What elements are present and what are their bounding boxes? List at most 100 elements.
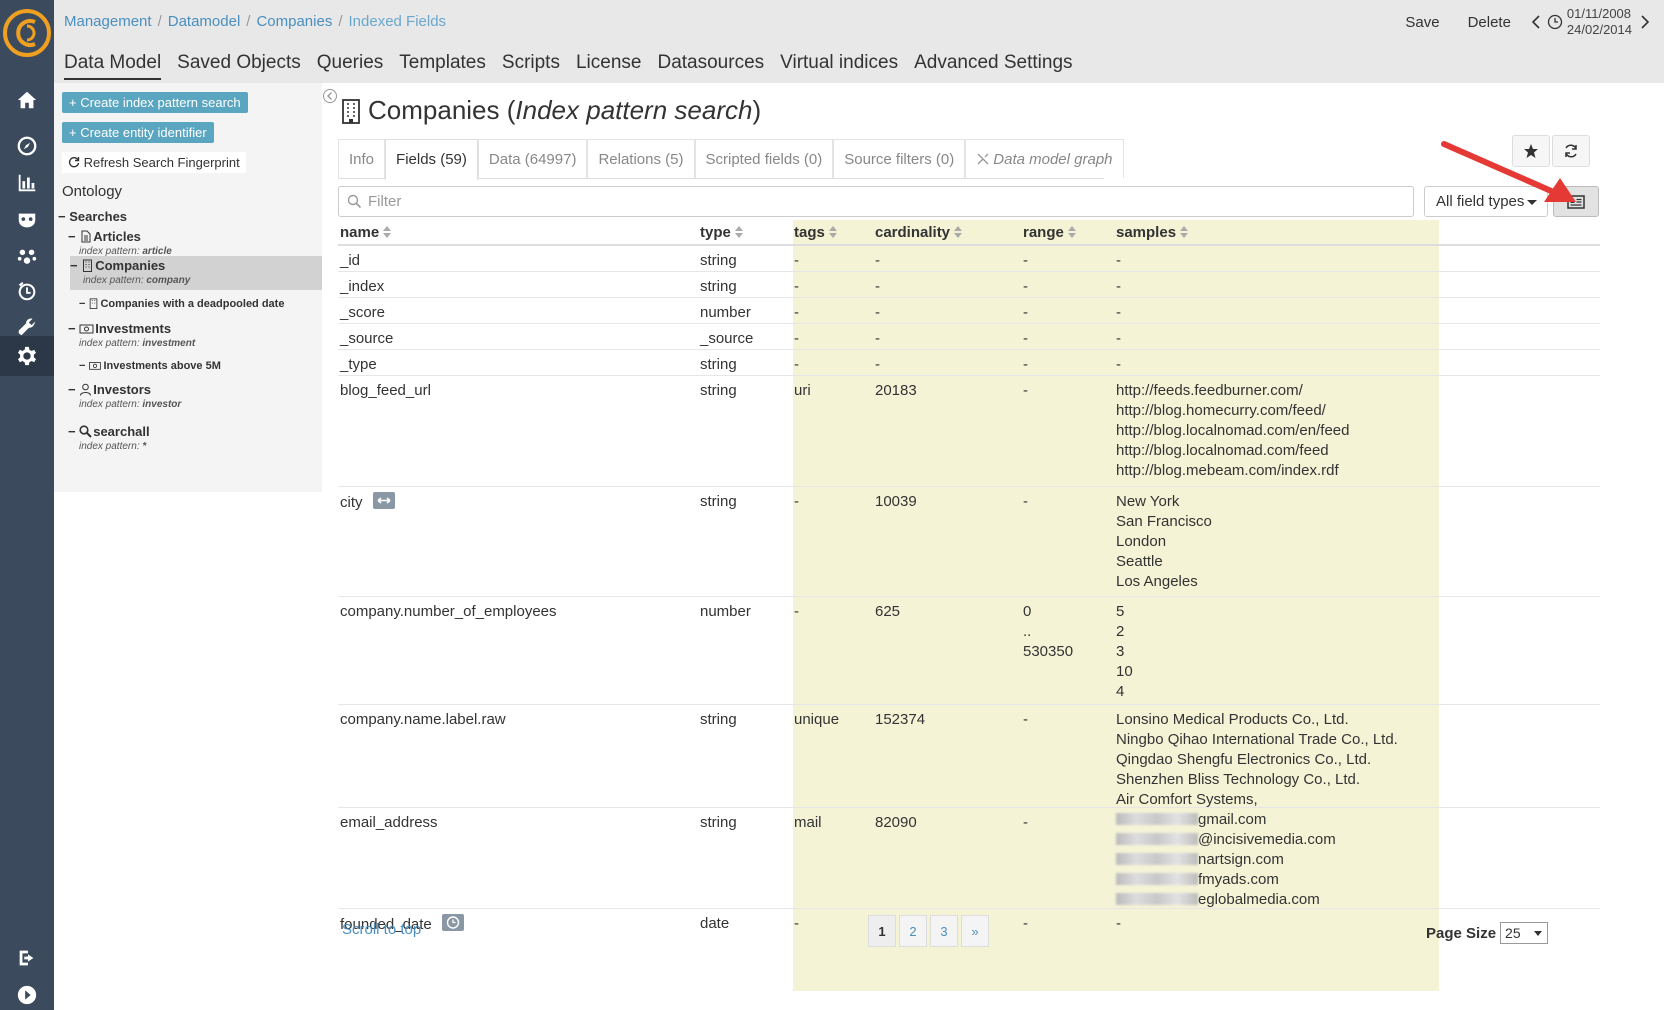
discover-compass-icon[interactable] <box>14 133 40 159</box>
table-row[interactable]: blog_feed_url string uri 20183 - http://feed… <box>338 376 1600 487</box>
table-row[interactable]: company.name.label.raw string unique 152374… <box>338 705 1600 808</box>
refresh-fingerprint-label: Refresh Search Fingerprint <box>83 155 240 170</box>
time-picker[interactable]: 01/11/2008 24/02/2014 <box>1531 6 1650 38</box>
filter-placeholder: Filter <box>368 193 402 210</box>
timelion-icon[interactable] <box>14 278 40 304</box>
tab-data[interactable]: Data (64997) <box>477 139 588 178</box>
chevron-left-icon[interactable] <box>1531 15 1541 29</box>
tab-data-model[interactable]: Data Model <box>64 52 162 80</box>
sample-value: nartsign.com <box>1198 851 1284 868</box>
tree-node-articles[interactable]: − Articles index pattern: article <box>68 229 318 257</box>
cell-tags: - <box>794 603 799 620</box>
page-1-button[interactable]: 1 <box>868 915 896 947</box>
refresh-fingerprint-button[interactable]: Refresh Search Fingerprint <box>62 152 246 173</box>
column-header-type[interactable]: type <box>700 224 743 241</box>
cell-range: - <box>1023 382 1028 399</box>
chevron-right-icon[interactable] <box>1640 15 1650 29</box>
tab-datasources[interactable]: Datasources <box>657 52 764 80</box>
column-header-tags[interactable]: tags <box>794 224 837 241</box>
save-button[interactable]: Save <box>1399 14 1445 31</box>
tree-node-searchall[interactable]: − searchall index pattern: * <box>68 424 318 452</box>
tree-label: Articles <box>93 229 141 244</box>
sample-value: Ningbo Qihao International Trade Co., Lt… <box>1116 731 1398 748</box>
page-3-button[interactable]: 3 <box>930 915 958 947</box>
searches-label[interactable]: − Searches <box>58 209 127 224</box>
title-italic: Index pattern search <box>515 95 753 125</box>
breadcrumb-companies[interactable]: Companies <box>256 13 332 30</box>
tab-templates[interactable]: Templates <box>399 52 486 80</box>
sample-value: 4 <box>1116 683 1125 700</box>
next-page-button[interactable]: » <box>961 915 989 947</box>
cell-name: company.name.label.raw <box>340 711 506 728</box>
tab-source-filters[interactable]: Source filters (0) <box>833 139 966 178</box>
tab-data-model-graph[interactable]: Data model graph <box>965 139 1124 178</box>
tree-node-investments-5m[interactable]: − Investments above 5M <box>79 360 329 372</box>
cell-range: - <box>1023 278 1028 295</box>
tree-node-investments[interactable]: − Investments index pattern: investment <box>68 321 318 349</box>
delete-button[interactable]: Delete <box>1462 14 1517 31</box>
tab-fields[interactable]: Fields (59) <box>385 139 478 180</box>
redacted-text <box>1116 873 1198 885</box>
graph-browser-icon[interactable] <box>14 243 40 269</box>
management-gear-icon[interactable] <box>0 336 54 376</box>
tree-node-investors[interactable]: − Investors index pattern: investor <box>68 382 318 410</box>
sample-value: http://blog.localnomad.com/en/feed <box>1116 422 1350 439</box>
cell-type: string <box>700 278 737 295</box>
tab-virtual-indices[interactable]: Virtual indices <box>780 52 898 80</box>
create-entity-identifier-button[interactable]: + Create entity identifier <box>62 122 214 143</box>
column-header-range[interactable]: range <box>1023 224 1076 241</box>
logout-icon[interactable] <box>14 945 40 971</box>
column-label: range <box>1023 224 1064 241</box>
page-size-control: Page Size 25 <box>1426 922 1549 944</box>
collapse-play-icon[interactable] <box>14 982 40 1008</box>
tab-advanced-settings[interactable]: Advanced Settings <box>914 52 1072 80</box>
table-row[interactable]: _index string - - - - <box>338 272 1600 298</box>
table-row[interactable]: _id string - - - - <box>338 246 1600 272</box>
home-icon[interactable] <box>14 87 40 113</box>
visualize-chart-icon[interactable] <box>14 170 40 196</box>
cell-type: string <box>700 356 737 373</box>
tab-info[interactable]: Info <box>338 139 386 178</box>
table-row[interactable]: company.number_of_employees number - 625 0.… <box>338 597 1600 705</box>
tree-node-companies-deadpooled[interactable]: − Companies with a deadpooled date <box>79 298 329 310</box>
column-header-samples[interactable]: samples <box>1116 224 1189 241</box>
table-row[interactable]: city string - 10039 - New York San Francisco… <box>338 487 1600 597</box>
ontology-label[interactable]: Ontology <box>62 183 122 200</box>
search-icon <box>79 425 92 438</box>
tab-saved-objects[interactable]: Saved Objects <box>177 52 301 80</box>
filter-input[interactable]: Filter <box>338 186 1414 217</box>
tab-scripted-fields[interactable]: Scripted fields (0) <box>694 139 834 178</box>
tab-license[interactable]: License <box>576 52 642 80</box>
column-label: cardinality <box>875 224 951 241</box>
cell-type: number <box>700 603 751 620</box>
tab-queries[interactable]: Queries <box>317 52 384 80</box>
table-row[interactable]: _score number - - - - <box>338 298 1600 324</box>
fields-table: name type tags cardinality range samples… <box>338 220 1600 935</box>
breadcrumb-datamodel[interactable]: Datamodel <box>168 13 241 30</box>
tab-relations[interactable]: Relations (5) <box>587 139 695 178</box>
app-logo-icon[interactable] <box>2 8 52 58</box>
sample-value: eglobalmedia.com <box>1198 891 1320 908</box>
page-2-button[interactable]: 2 <box>899 915 927 947</box>
cell-name: _source <box>340 330 394 347</box>
sample-value: Shenzhen Bliss Technology Co., Ltd. <box>1116 771 1361 788</box>
pattern-value: * <box>142 441 147 452</box>
cell-range: - <box>1023 356 1028 373</box>
table-row[interactable]: _type string - - - - <box>338 350 1600 376</box>
clock-badge-icon[interactable] <box>441 914 464 931</box>
column-header-cardinality[interactable]: cardinality <box>875 224 963 241</box>
dashboard-mask-icon[interactable] <box>14 207 40 233</box>
tree-node-companies[interactable]: − Companies index pattern: company <box>70 256 322 290</box>
table-row[interactable]: email_address string mail 82090 - gmail.com … <box>338 808 1600 909</box>
page-size-select[interactable]: 25 <box>1500 922 1549 944</box>
scroll-to-top-link[interactable]: Scroll to top <box>342 921 421 938</box>
datamodel-sidebar: + Create index pattern search + Create e… <box>54 83 322 492</box>
cell-range: - <box>1023 330 1028 347</box>
tab-scripts[interactable]: Scripts <box>502 52 560 80</box>
breadcrumb-management[interactable]: Management <box>64 13 152 30</box>
sample-value: Seattle <box>1116 553 1163 570</box>
table-row[interactable]: _source _source - - - - <box>338 324 1600 350</box>
column-header-name[interactable]: name <box>340 224 392 241</box>
geo-badge-icon[interactable] <box>372 492 395 509</box>
create-index-pattern-search-button[interactable]: + Create index pattern search <box>62 92 248 113</box>
